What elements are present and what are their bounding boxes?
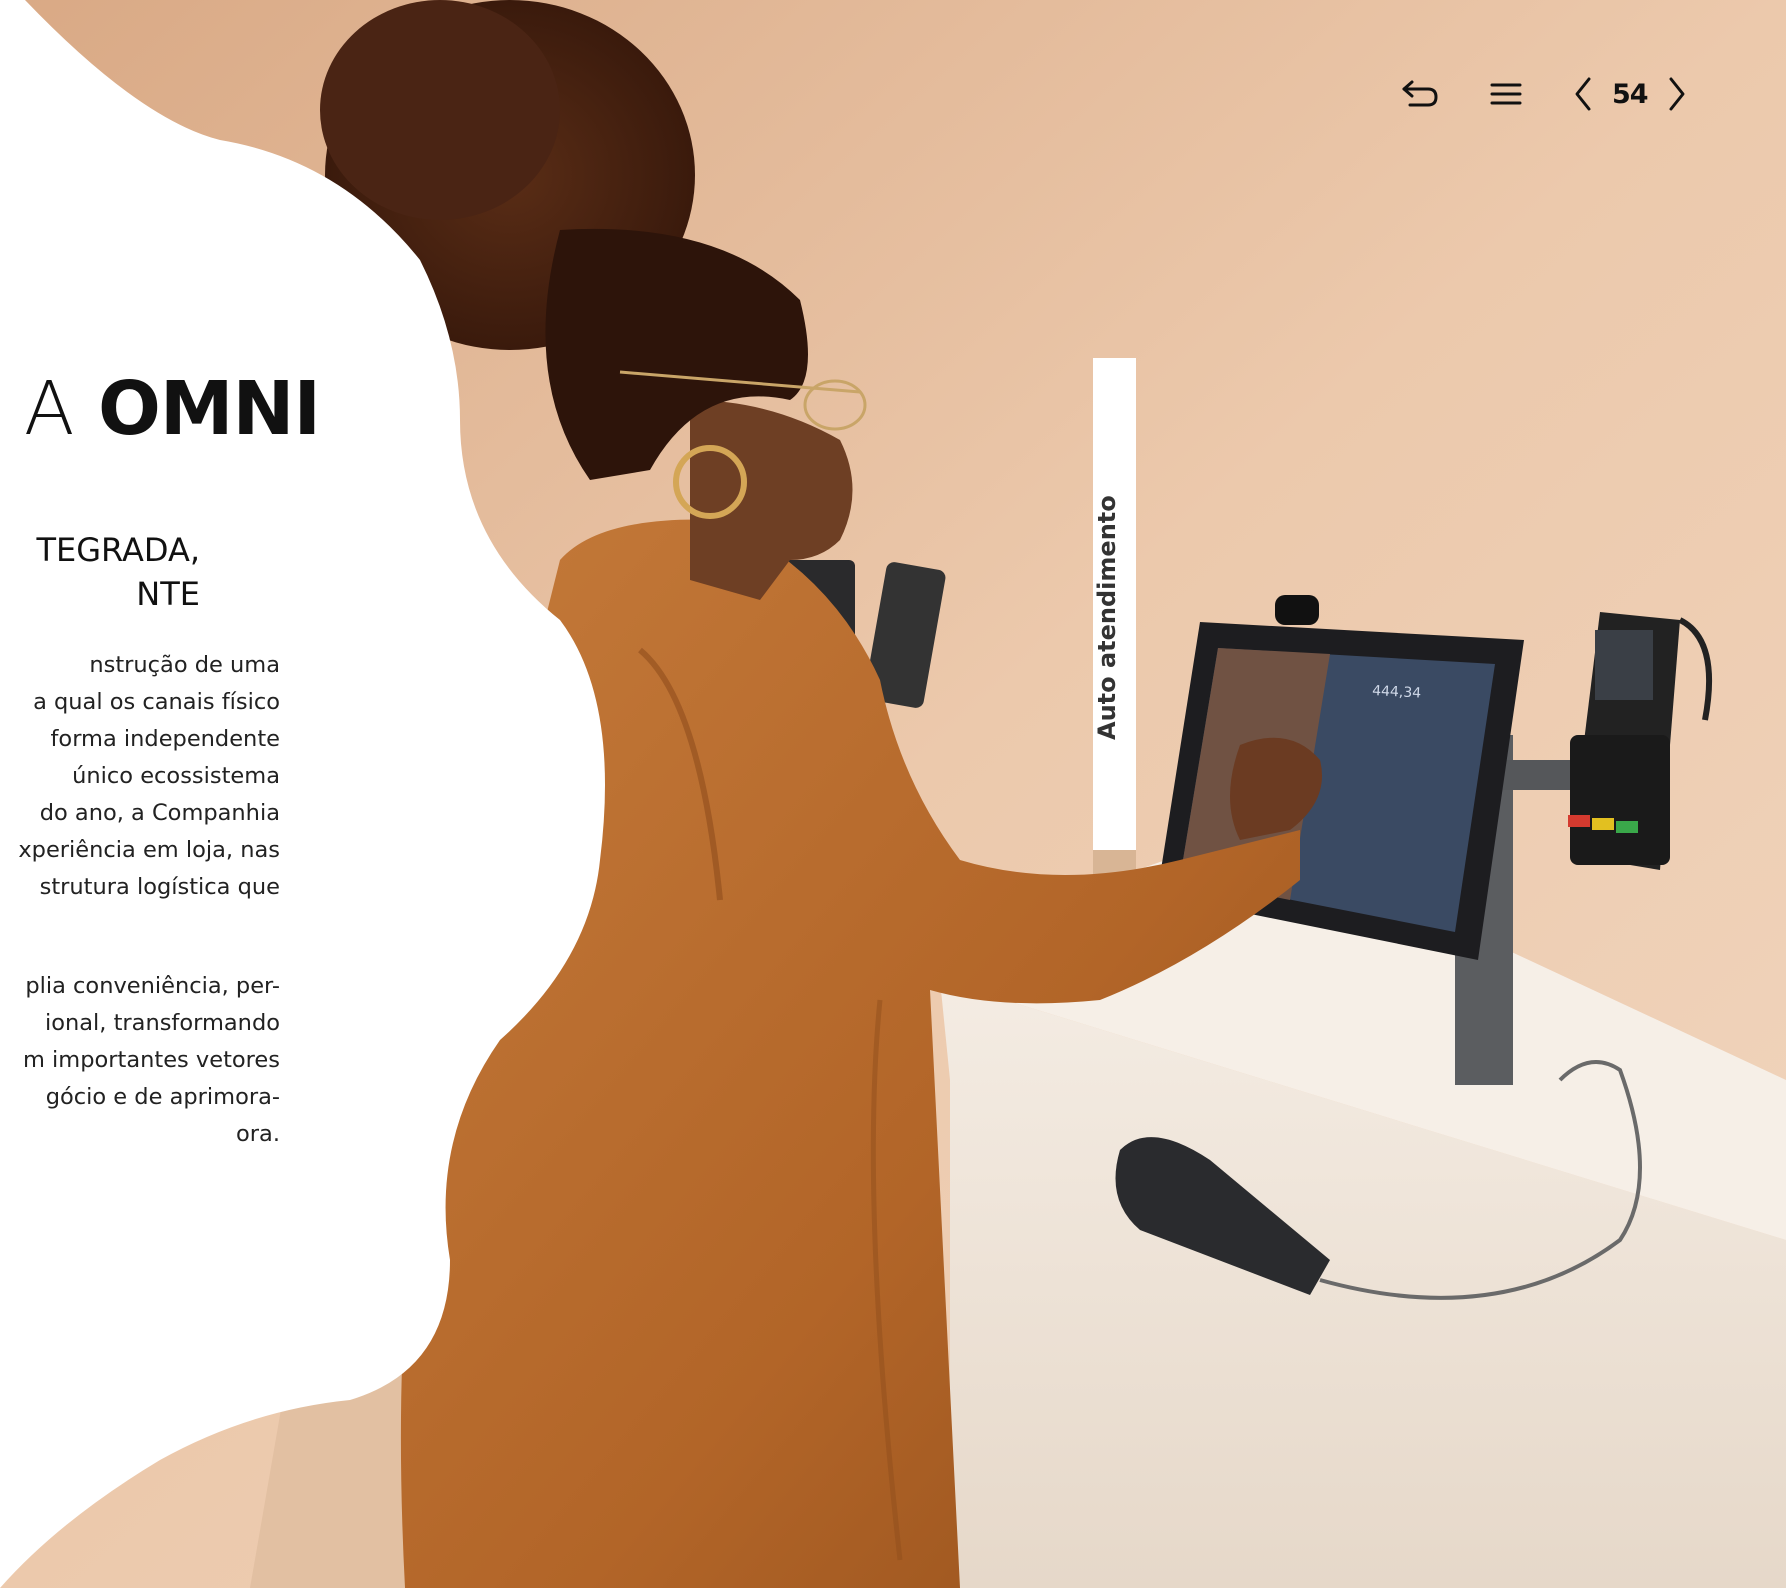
page-navigation: 54 <box>1396 68 1692 120</box>
return-arrow-icon <box>1402 80 1438 107</box>
previous-page-button[interactable] <box>1568 70 1598 118</box>
body-line: xperiência em loja, nas <box>18 837 280 863</box>
body-line: único ecossistema <box>72 763 280 789</box>
body-line: m importantes vetores <box>22 1047 280 1073</box>
heading-bold: OMNI <box>97 366 321 452</box>
chevron-right-icon <box>1669 77 1685 111</box>
body-text: nstrução de uma a qual os canais físico … <box>0 647 280 1153</box>
body-line: forma independente <box>50 726 280 752</box>
subtitle-line: NTE <box>136 575 200 613</box>
hamburger-menu-icon <box>1490 83 1522 105</box>
body-line: plia conveniência, per- <box>25 973 280 999</box>
section-subtitle: TEGRADA, NTE <box>0 528 200 616</box>
body-line: ional, transformando <box>44 1010 280 1036</box>
body-line: gócio e de aprimora- <box>45 1084 280 1110</box>
sign-text: Auto atendimento <box>1093 495 1121 740</box>
body-line: nstrução de uma <box>89 652 280 678</box>
body-line: a qual os canais físico <box>33 689 280 715</box>
next-page-button[interactable] <box>1662 70 1692 118</box>
body-line: ora. <box>236 1121 280 1147</box>
menu-button[interactable] <box>1482 70 1530 118</box>
back-button[interactable] <box>1396 70 1444 118</box>
svg-text:444,34: 444,34 <box>1372 683 1422 702</box>
body-line: strutura logística que <box>39 874 280 900</box>
page-number: 54 <box>1612 78 1649 110</box>
subtitle-line: TEGRADA, <box>36 531 200 569</box>
body-line: do ano, a Companhia <box>39 800 280 826</box>
heading-prefix: A <box>23 366 75 452</box>
chevron-left-icon <box>1575 77 1591 111</box>
